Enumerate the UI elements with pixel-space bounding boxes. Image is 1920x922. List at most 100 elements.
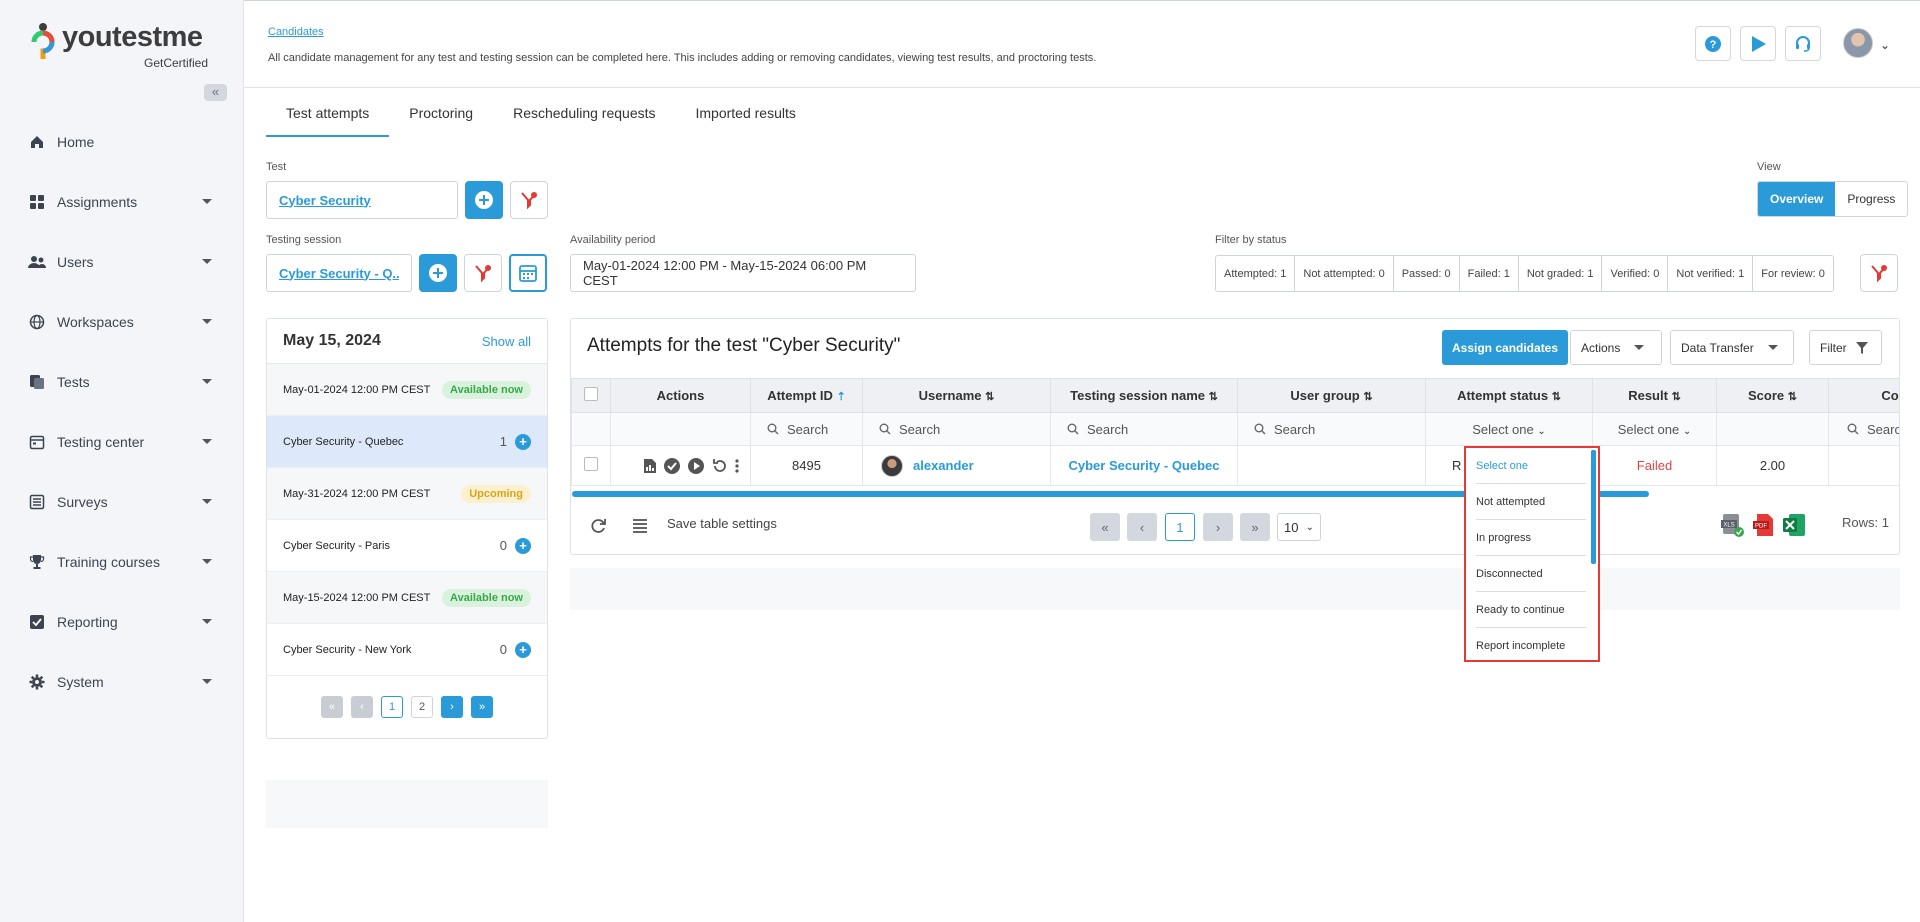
username-search[interactable]: Search [862,412,1051,446]
status-filter-not-verified[interactable]: Not verified: 1 [1668,256,1754,291]
column-header-testing-session[interactable]: Testing session name ⇅ [1050,378,1238,413]
testing-session-selector[interactable]: Cyber Security - Q... [266,254,412,292]
add-candidate-icon[interactable]: + [515,433,531,450]
testing-session-search[interactable]: Search [1050,412,1238,446]
status-filter-for-review[interactable]: For review: 0 [1753,256,1833,291]
sort-icon[interactable]: ⇅ [1552,391,1561,403]
video-tutorial-button[interactable] [1740,26,1776,61]
sort-icon[interactable]: ⇅ [1672,391,1681,403]
support-button[interactable] [1785,26,1821,61]
tab-proctoring[interactable]: Proctoring [389,94,493,137]
next-page-button[interactable]: › [1203,513,1233,541]
status-filter-not-graded[interactable]: Not graded: 1 [1519,256,1603,291]
username-link[interactable]: alexander [913,458,974,473]
column-header-attempt-status[interactable]: Attempt status ⇅ [1425,378,1593,413]
table-row[interactable]: 8495 alexander Cyber Security - Quebec R… [571,445,1899,486]
sidebar-item-workspaces[interactable]: Workspaces [0,292,244,352]
export-excel-icon[interactable] [1781,512,1807,538]
dropdown-option-not-attempted[interactable]: Not attempted [1476,484,1586,520]
sort-icon[interactable]: ⇅ [985,391,994,403]
last-page-button[interactable]: » [1240,513,1270,541]
dropdown-option-select-one[interactable]: Select one [1476,448,1586,484]
user-group-search[interactable]: Search [1237,412,1426,446]
session-row[interactable]: Cyber Security - Paris 0 + [267,520,547,572]
view-overview-button[interactable]: Overview [1758,182,1836,216]
help-button[interactable]: ? [1695,26,1731,61]
session-row[interactable]: Cyber Security - Quebec 1 + [267,416,547,468]
next-page-button[interactable]: › [441,696,463,718]
refresh-icon[interactable] [588,516,608,536]
clear-session-button[interactable] [464,254,502,292]
page-size-select[interactable]: 10 ⌄ [1277,513,1321,541]
dropdown-scrollbar[interactable] [1591,450,1596,564]
dropdown-option-report-incomplete[interactable]: Report incomplete [1476,628,1586,660]
page-button[interactable]: 1 [381,696,403,718]
play-circle-icon[interactable] [687,457,705,475]
first-page-button[interactable]: « [321,696,343,718]
column-header-username[interactable]: Username ⇅ [862,378,1051,413]
sidebar-item-surveys[interactable]: Surveys [0,472,244,532]
sort-icon[interactable]: ⇅ [1363,391,1372,403]
tab-imported-results[interactable]: Imported results [676,94,816,137]
chevron-down-icon[interactable]: ⌄ [1880,38,1890,52]
show-all-link[interactable]: Show all [482,334,531,349]
column-header-score[interactable]: Score ⇅ [1716,378,1829,413]
username-cell[interactable]: alexander [862,445,1051,486]
add-candidate-icon[interactable]: + [515,641,531,658]
sidebar-item-training-courses[interactable]: Training courses [0,532,244,592]
tab-rescheduling-requests[interactable]: Rescheduling requests [493,94,675,137]
status-filter-passed[interactable]: Passed: 0 [1394,256,1460,291]
testing-session-link[interactable]: Cyber Security - Quebec [1069,458,1220,473]
session-row[interactable]: Cyber Security - New York 0 + [267,624,547,676]
dropdown-option-ready-to-continue[interactable]: Ready to continue [1476,592,1586,628]
report-icon[interactable] [643,458,657,474]
sort-icon[interactable]: ⇅ [1209,391,1218,403]
session-calendar-button[interactable] [509,254,547,292]
filter-button[interactable]: Filter [1809,330,1882,365]
save-table-settings-button[interactable]: Save table settings [667,516,777,531]
add-candidate-icon[interactable]: + [515,537,531,554]
sort-asc-icon[interactable]: ⇡ [837,391,846,403]
status-filter-not-attempted[interactable]: Not attempted: 0 [1295,256,1394,291]
co-search[interactable]: Search [1828,412,1899,446]
sidebar-item-tests[interactable]: Tests [0,352,244,412]
brand-logo[interactable]: youtestme GetCertified [30,22,208,70]
sidebar-item-system[interactable]: System [0,652,244,712]
last-page-button[interactable]: » [471,696,493,718]
column-header-co[interactable]: Co [1828,378,1899,413]
page-button[interactable]: 2 [411,696,433,718]
dropdown-option-in-progress[interactable]: In progress [1476,520,1586,556]
clear-test-button[interactable] [510,181,548,219]
dropdown-option-disconnected[interactable]: Disconnected [1476,556,1586,592]
column-header-result[interactable]: Result ⇅ [1592,378,1717,413]
sidebar-item-reporting[interactable]: Reporting [0,592,244,652]
status-filter-failed[interactable]: Failed: 1 [1460,256,1519,291]
view-progress-button[interactable]: Progress [1835,182,1907,216]
tab-test-attempts[interactable]: Test attempts [266,94,390,137]
attempt-status-select[interactable]: Select one ⌄ [1425,412,1593,446]
column-header-attempt-id[interactable]: Attempt ID ⇡ [750,378,863,413]
select-test-button[interactable] [465,181,503,219]
data-transfer-dropdown[interactable]: Data Transfer [1670,330,1794,365]
status-filter-verified[interactable]: Verified: 0 [1602,256,1669,291]
first-page-button[interactable]: « [1090,513,1120,541]
sidebar-item-assignments[interactable]: Assignments [0,172,244,232]
reset-icon[interactable] [711,457,729,475]
check-circle-icon[interactable] [663,457,681,475]
select-session-button[interactable] [419,254,457,292]
column-header-user-group[interactable]: User group ⇅ [1237,378,1426,413]
result-select[interactable]: Select one ⌄ [1592,412,1717,446]
collapse-sidebar-button[interactable]: « [204,84,227,101]
test-selector[interactable]: Cyber Security [266,181,458,219]
actions-dropdown[interactable]: Actions [1570,330,1662,365]
sidebar-item-home[interactable]: Home [0,112,244,172]
status-filter-attempted[interactable]: Attempted: 1 [1216,256,1296,291]
assign-candidates-button[interactable]: Assign candidates [1442,330,1569,365]
prev-page-button[interactable]: ‹ [351,696,373,718]
sort-icon[interactable]: ⇅ [1788,391,1797,403]
sidebar-item-testing-center[interactable]: Testing center [0,412,244,472]
export-pdf-icon[interactable]: PDF [1751,512,1777,538]
breadcrumb[interactable]: Candidates [268,26,324,38]
prev-page-button[interactable]: ‹ [1127,513,1157,541]
attempt-id-search[interactable]: Search [750,412,863,446]
